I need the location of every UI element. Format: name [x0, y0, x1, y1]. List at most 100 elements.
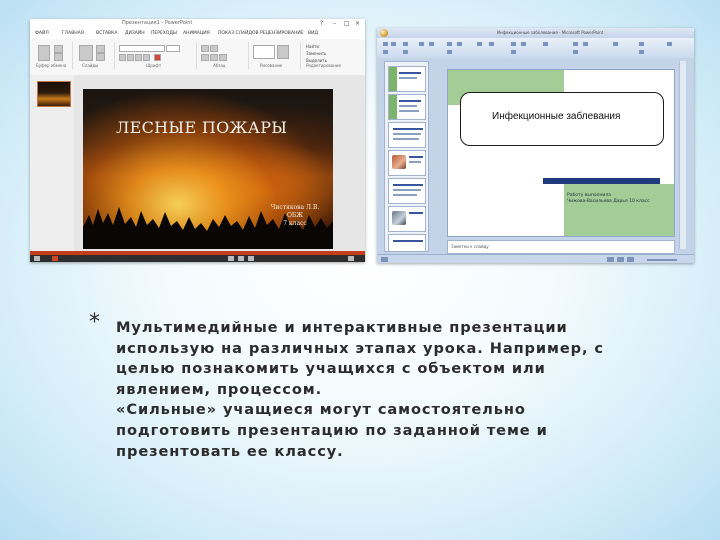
tab-design[interactable]: ДИЗАЙН: [125, 31, 145, 36]
slide-thumbnail[interactable]: [37, 81, 71, 107]
ribbon-icon[interactable]: [639, 50, 644, 54]
ribbon: [377, 38, 694, 59]
ribbon-icon[interactable]: [383, 42, 388, 46]
ribbon-icon[interactable]: [383, 50, 388, 54]
tab-transitions[interactable]: ПЕРЕХОДЫ: [151, 31, 177, 36]
view-slideshow-icon[interactable]: [627, 257, 634, 262]
slide-title-box[interactable]: Инфекционные заблевания: [460, 92, 664, 146]
tab-file[interactable]: ФАЙЛ: [35, 31, 49, 36]
zoom-slider[interactable]: [647, 259, 677, 261]
view-sorter-icon[interactable]: [617, 257, 624, 262]
ribbon-icon[interactable]: [447, 50, 452, 54]
ribbon-icon[interactable]: [457, 42, 462, 46]
ribbon-icon[interactable]: [403, 42, 408, 46]
align-right-button[interactable]: [219, 54, 227, 61]
ribbon-group-slides: Слайды: [74, 42, 115, 69]
group-label: Редактирование: [306, 63, 341, 68]
workspace: Инфекционные заблевания Работу выполнила…: [377, 58, 694, 254]
reset-button[interactable]: [96, 53, 105, 61]
tab-insert[interactable]: ВСТАВКА: [96, 31, 117, 36]
ribbon-icon[interactable]: [447, 42, 452, 46]
underline-button[interactable]: [135, 54, 142, 61]
ribbon-icon[interactable]: [543, 42, 548, 46]
slide-thumbnail[interactable]: [388, 66, 426, 92]
ribbon-icon[interactable]: [573, 42, 578, 46]
slide-canvas[interactable]: ЛЕСНЫЕ ПОЖАРЫ Чистякова Л.В. ОБЖ 7 класс: [83, 89, 333, 249]
slide-thumbnail[interactable]: [388, 178, 426, 204]
ribbon-icon[interactable]: [403, 50, 408, 54]
ribbon-icon[interactable]: [511, 42, 516, 46]
tab-animations[interactable]: АНИМАЦИЯ: [183, 31, 210, 36]
clock-icon: [348, 256, 354, 261]
strikethrough-button[interactable]: [143, 54, 150, 61]
paste-button[interactable]: [38, 45, 50, 61]
italic-button[interactable]: [127, 54, 134, 61]
start-icon[interactable]: [34, 256, 40, 261]
text-line: «Сильные» учащиеся могут самостоятельно: [116, 401, 526, 419]
copy-button[interactable]: [54, 53, 63, 61]
bullets-button[interactable]: [201, 45, 209, 52]
font-name-select[interactable]: [119, 45, 165, 52]
slide-title: Инфекционные заблевания: [492, 111, 621, 122]
office-button-icon[interactable]: [380, 29, 388, 37]
ribbon-icon[interactable]: [419, 42, 424, 46]
new-slide-button[interactable]: [79, 45, 93, 61]
arrange-button[interactable]: [277, 45, 289, 59]
ribbon-icon[interactable]: [521, 42, 526, 46]
slide-canvas[interactable]: Инфекционные заблевания Работу выполнила…: [447, 69, 675, 237]
ribbon-group-font: Шрифт: [116, 42, 197, 69]
bold-button[interactable]: [119, 54, 126, 61]
align-center-button[interactable]: [210, 54, 218, 61]
slide-thumbnail[interactable]: [388, 122, 426, 148]
window-title: Инфекционные заболевания - Microsoft Pow…: [497, 30, 604, 35]
ribbon-icon[interactable]: [573, 50, 578, 54]
tab-home[interactable]: ГЛАВНАЯ: [62, 31, 84, 36]
replace-button[interactable]: Заменить: [306, 51, 326, 56]
ribbon-icon[interactable]: [667, 42, 672, 46]
group-label: Слайды: [82, 63, 99, 68]
tab-view[interactable]: ВИД: [308, 31, 318, 36]
ribbon-icon[interactable]: [489, 42, 494, 46]
numbering-button[interactable]: [210, 45, 218, 52]
maximize-icon[interactable]: □: [344, 20, 350, 28]
slide-thumbnail[interactable]: [388, 206, 426, 232]
layout-button[interactable]: [96, 45, 105, 53]
ribbon-icon[interactable]: [639, 42, 644, 46]
ribbon-icon[interactable]: [511, 50, 516, 54]
notes-pane[interactable]: Заметки к слайду: [447, 240, 675, 254]
body-paragraph: Мультимедийные и интерактивные презентац…: [116, 318, 696, 462]
cut-button[interactable]: [54, 45, 63, 53]
tray-icon: [248, 256, 254, 261]
slide-thumbnail[interactable]: [388, 94, 426, 120]
font-color-button[interactable]: [154, 54, 161, 61]
status-bar: [377, 254, 694, 263]
view-normal-icon[interactable]: [607, 257, 614, 262]
font-size-select[interactable]: [166, 45, 180, 52]
ribbon-icon[interactable]: [477, 42, 482, 46]
find-button[interactable]: Найти: [306, 44, 319, 49]
slide-thumbnail[interactable]: [388, 234, 426, 251]
vertical-scrollbar[interactable]: [679, 61, 686, 249]
text-line: явлением, процессом.: [116, 380, 323, 398]
ribbon-group-editing: Найти Заменить Выделить Редактирование: [302, 42, 362, 69]
shapes-gallery[interactable]: [253, 45, 275, 59]
tab-review[interactable]: РЕЦЕНЗИРОВАНИЕ: [260, 31, 304, 36]
align-left-button[interactable]: [201, 54, 209, 61]
author-line: Чижова-Васильева Дарья 10 класс: [567, 199, 650, 204]
tab-slideshow[interactable]: ПОКАЗ СЛАЙДОВ: [218, 31, 259, 36]
tray-icon: [228, 256, 234, 261]
slide-thumbnail[interactable]: [388, 150, 426, 176]
close-icon[interactable]: ×: [355, 20, 360, 28]
ribbon-icon[interactable]: [391, 42, 396, 46]
ribbon-icon[interactable]: [613, 42, 618, 46]
ribbon-icon[interactable]: [429, 42, 434, 46]
text-line: Мультимедийные и интерактивные презентац…: [116, 319, 568, 336]
slide-title: ЛЕСНЫЕ ПОЖАРЫ: [116, 118, 288, 137]
powerpoint-taskbar-icon[interactable]: [52, 256, 58, 261]
slide-thumbnail-pane: [30, 75, 74, 251]
ribbon-group-paragraph: Абзац: [198, 42, 249, 69]
text-line: использую на различных этапах урока. Нап…: [116, 339, 604, 357]
ribbon-icon[interactable]: [583, 42, 588, 46]
minimize-icon[interactable]: –: [333, 20, 336, 28]
help-icon[interactable]: ?: [320, 20, 323, 28]
